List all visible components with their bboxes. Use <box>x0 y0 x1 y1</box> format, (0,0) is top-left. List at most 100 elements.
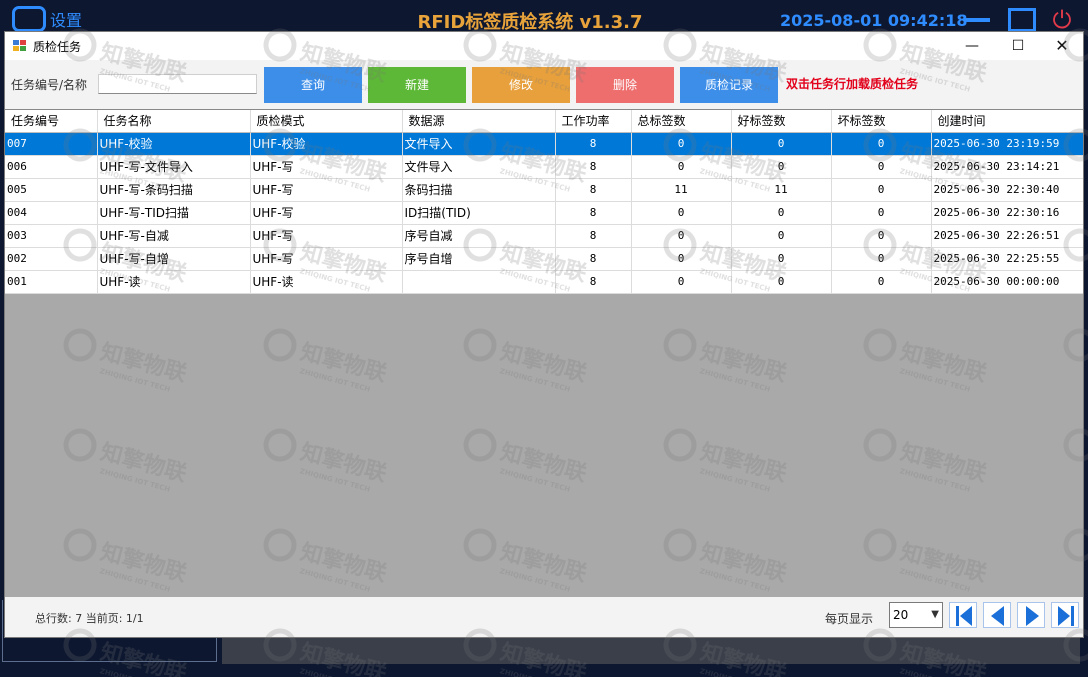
watermark-subtext: ZHIQING IOT TECH <box>899 667 971 677</box>
table-row[interactable]: 003 UHF-写-自减 UHF-写 序号自减 8 0 0 0 2025-06-30 22:26… <box>5 224 1083 248</box>
column-header[interactable]: 好标签数 <box>731 110 832 133</box>
per-page-select[interactable]: 20 ▼ <box>889 602 943 628</box>
table-cell: ID扫描(TID) <box>402 201 556 225</box>
table-cell: UHF-写 <box>250 224 403 248</box>
table-cell: 004 <box>5 201 98 225</box>
table-cell: 文件导入 <box>402 155 556 179</box>
app-minimize-icon[interactable] <box>962 8 992 28</box>
table-cell: 0 <box>731 201 832 225</box>
table-cell: 0 <box>831 155 932 179</box>
watermark-subtext: ZHIQING IOT TECH <box>99 667 171 677</box>
table-cell: 8 <box>555 201 632 225</box>
table-row[interactable]: 002 UHF-写-自增 UHF-写 序号自增 8 0 0 0 2025-06-30 22:25… <box>5 247 1083 271</box>
column-header[interactable]: 创建时间 <box>931 110 1083 133</box>
table-cell: 007 <box>5 132 98 156</box>
table-cell: UHF-写-自减 <box>97 224 251 248</box>
table-cell: 002 <box>5 247 98 271</box>
table-cell: 条码扫描 <box>402 178 556 202</box>
table-cell <box>402 270 556 294</box>
table-row[interactable]: 001 UHF-读 UHF-读 8 0 0 0 2025-06-30 00:00:00 <box>5 270 1083 294</box>
table-cell: UHF-写-自增 <box>97 247 251 271</box>
last-page-button[interactable] <box>1051 602 1079 628</box>
table-cell: 0 <box>731 270 832 294</box>
dialog-title-bar[interactable]: 质检任务 — ☐ ✕ <box>5 32 1083 60</box>
table-cell: 0 <box>631 201 732 225</box>
next-page-icon <box>1026 606 1039 626</box>
table-cell: UHF-写-文件导入 <box>97 155 251 179</box>
table-cell: UHF-读 <box>250 270 403 294</box>
table-row[interactable]: 006 UHF-写-文件导入 UHF-写 文件导入 8 0 0 0 2025-06-30 23:… <box>5 155 1083 179</box>
new-button[interactable]: 新建 <box>368 67 466 103</box>
hint-text: 双击任务行加载质检任务 <box>786 77 919 91</box>
edit-button[interactable]: 修改 <box>472 67 570 103</box>
table-cell: 序号自减 <box>402 224 556 248</box>
table-cell: 8 <box>555 247 632 271</box>
table-cell: 0 <box>831 201 932 225</box>
app-window-icon <box>13 40 27 52</box>
next-page-button[interactable] <box>1017 602 1045 628</box>
total-rows-text: 总行数: 7 当前页: 1/1 <box>35 612 144 625</box>
table-cell: 0 <box>731 132 832 156</box>
quality-task-dialog: 质检任务 — ☐ ✕ 任务编号/名称 查询 新建 修改 删除 质检记录 双击任务… <box>4 31 1084 638</box>
grid-header-row: 任务编号 任务名称 质检模式 数据源 工作功率 总标签数 好标签数 坏标签数 创建时间 <box>5 110 1083 133</box>
table-cell: 0 <box>631 247 732 271</box>
per-page-value: 20 <box>893 608 909 622</box>
table-cell: 2025-06-30 23:14:21 <box>931 155 1083 179</box>
column-header[interactable]: 质检模式 <box>250 110 403 133</box>
table-cell: 8 <box>555 270 632 294</box>
table-cell: UHF-写 <box>250 178 403 202</box>
table-row[interactable]: 007 UHF-校验 UHF-校验 文件导入 8 0 0 0 2025-06-30 23:19:… <box>5 132 1083 156</box>
table-cell: UHF-读 <box>97 270 251 294</box>
table-cell: 006 <box>5 155 98 179</box>
table-cell: 005 <box>5 178 98 202</box>
table-cell: 8 <box>555 224 632 248</box>
column-header[interactable]: 坏标签数 <box>831 110 932 133</box>
column-header[interactable]: 工作功率 <box>555 110 632 133</box>
query-button[interactable]: 查询 <box>264 67 362 103</box>
app-top-bar: 设置 RFID标签质检系统 v1.3.7 2025-08-01 09:42:18… <box>0 0 1088 34</box>
app-maximize-icon[interactable] <box>1008 8 1036 32</box>
first-page-button[interactable] <box>949 602 977 628</box>
table-cell: 0 <box>731 155 832 179</box>
column-header[interactable]: 数据源 <box>402 110 556 133</box>
minimize-button[interactable]: — <box>949 32 995 60</box>
app-clock: 2025-08-01 09:42:18 <box>780 11 968 30</box>
first-page-icon <box>956 606 972 626</box>
watermark-subtext: ZHIQING IOT TECH <box>299 667 371 677</box>
table-cell: 2025-06-30 00:00:00 <box>931 270 1083 294</box>
table-cell: 2025-06-30 22:30:40 <box>931 178 1083 202</box>
delete-button[interactable]: 删除 <box>576 67 674 103</box>
per-page-label: 每页显示 <box>825 612 874 626</box>
power-icon[interactable]: ⏻ <box>1048 6 1076 34</box>
table-cell: 0 <box>831 132 932 156</box>
table-row[interactable]: 005 UHF-写-条码扫描 UHF-写 条码扫描 8 11 11 0 2025-06-30 2… <box>5 178 1083 202</box>
column-header[interactable]: 总标签数 <box>631 110 732 133</box>
column-header[interactable]: 任务编号 <box>5 110 98 133</box>
chevron-down-icon: ▼ <box>931 609 939 620</box>
table-cell: 0 <box>731 224 832 248</box>
search-input[interactable] <box>98 74 257 94</box>
table-cell: 序号自增 <box>402 247 556 271</box>
table-cell: 0 <box>831 224 932 248</box>
table-cell: 2025-06-30 22:26:51 <box>931 224 1083 248</box>
prev-page-button[interactable] <box>983 602 1011 628</box>
table-cell: UHF-校验 <box>250 132 403 156</box>
table-cell: 2025-06-30 23:19:59 <box>931 132 1083 156</box>
records-button[interactable]: 质检记录 <box>680 67 778 103</box>
table-cell: UHF-写-条码扫描 <box>97 178 251 202</box>
maximize-button[interactable]: ☐ <box>995 32 1041 60</box>
watermark-subtext: ZHIQING IOT TECH <box>699 667 771 677</box>
table-cell: 8 <box>555 178 632 202</box>
table-cell: 0 <box>631 224 732 248</box>
table-row[interactable]: 004 UHF-写-TID扫描 UHF-写 ID扫描(TID) 8 0 0 0 2025-06-… <box>5 201 1083 225</box>
table-cell: UHF-写 <box>250 201 403 225</box>
table-cell: UHF-写-TID扫描 <box>97 201 251 225</box>
column-header[interactable]: 任务名称 <box>97 110 251 133</box>
close-button[interactable]: ✕ <box>1039 32 1085 60</box>
dialog-title: 质检任务 <box>33 40 82 54</box>
table-cell: 2025-06-30 22:25:55 <box>931 247 1083 271</box>
task-grid[interactable]: 任务编号 任务名称 质检模式 数据源 工作功率 总标签数 好标签数 坏标签数 创建时间 007 U… <box>5 109 1083 597</box>
table-cell: 8 <box>555 155 632 179</box>
watermark-subtext: ZHIQING IOT TECH <box>499 667 571 677</box>
table-cell: 0 <box>631 132 732 156</box>
